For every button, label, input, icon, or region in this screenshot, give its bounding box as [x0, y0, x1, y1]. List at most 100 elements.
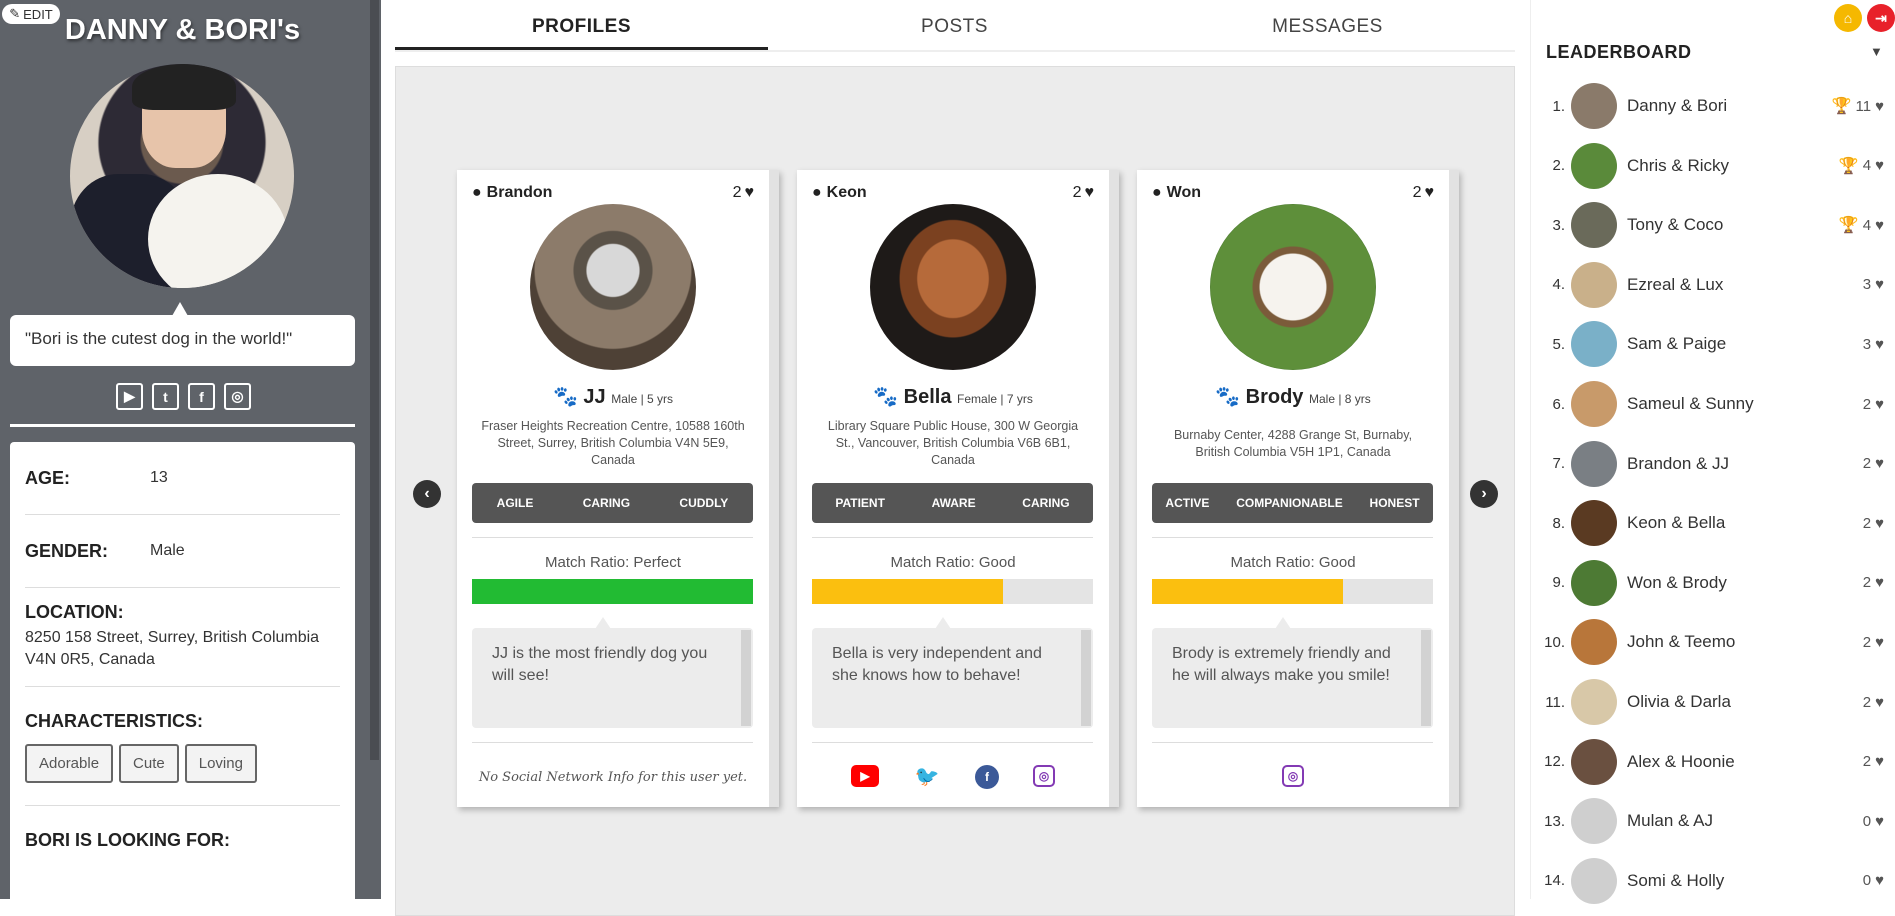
- youtube-icon[interactable]: ▶: [116, 383, 143, 410]
- profile-card[interactable]: ● Won 2 ♥ 🐾 Brody Male | 8 yrs Burnaby C…: [1137, 170, 1459, 807]
- card-likes[interactable]: 2 ♥: [733, 184, 754, 202]
- leaderboard-score: 0 ♥: [1863, 872, 1895, 889]
- no-social-message: No Social Network Info for this user yet…: [478, 770, 748, 785]
- leaderboard-score: 🏆 4 ♥: [1839, 215, 1895, 235]
- leaderboard-row[interactable]: 3. Tony & Coco 🏆 4 ♥: [1531, 195, 1895, 255]
- leaderboard-rank: 10.: [1544, 633, 1565, 651]
- profile-sidebar: ✎ EDIT DANNY & BORI's "Bori is the cutes…: [0, 0, 381, 899]
- leaderboard-score: 2 ♥: [1863, 515, 1895, 532]
- twitter-icon[interactable]: t: [152, 383, 179, 410]
- likes-count: 2: [732, 184, 742, 201]
- trophy-icon: 🏆: [1831, 98, 1852, 115]
- leaderboard-name: Tony & Coco: [1627, 215, 1724, 235]
- divider: [472, 742, 753, 743]
- heart-icon: ♥: [1875, 216, 1884, 234]
- profile-name: DANNY & BORI's: [64, 14, 301, 46]
- leaderboard-rank: 8.: [1552, 514, 1565, 532]
- leaderboard-name: Won & Brody: [1627, 572, 1727, 592]
- bio-scrollbar[interactable]: [1421, 630, 1431, 726]
- card-scrollbar[interactable]: [769, 170, 779, 807]
- profile-quote: "Bori is the cutest dog in the world!": [10, 315, 355, 366]
- age-row: AGE: 13: [25, 442, 340, 515]
- pet-info: Male | 8 yrs: [1309, 392, 1371, 406]
- leaderboard-name: Somi & Holly: [1627, 870, 1725, 890]
- owner-name: Brandon: [486, 184, 553, 201]
- leaderboard-score: 2 ♥: [1863, 574, 1895, 591]
- sidebar-scrollbar[interactable]: [370, 0, 379, 760]
- profile-card[interactable]: ● Keon 2 ♥ 🐾 Bella Female | 7 yrs Librar…: [797, 170, 1119, 807]
- twitter-icon[interactable]: 🐦: [913, 765, 941, 788]
- leaderboard-row[interactable]: 12. Alex & Hoonie 2 ♥: [1531, 732, 1895, 792]
- leaderboard-row[interactable]: 14. Somi & Holly 0 ♥: [1531, 851, 1895, 911]
- leaderboard-row[interactable]: 6. Sameul & Sunny 2 ♥: [1531, 374, 1895, 434]
- leaderboard-row[interactable]: 2. Chris & Ricky 🏆 4 ♥: [1531, 136, 1895, 196]
- card-likes[interactable]: 2 ♥: [1413, 184, 1434, 202]
- facebook-icon[interactable]: f: [188, 383, 215, 410]
- pet-bio-text: Brody is extremely friendly and he will …: [1172, 645, 1391, 684]
- avatar: [1571, 500, 1617, 547]
- chevron-down-icon[interactable]: ▼: [1870, 44, 1883, 59]
- tab-posts[interactable]: POSTS: [768, 0, 1141, 50]
- trophy-icon: 🏆: [1838, 217, 1859, 235]
- trait: AWARE: [931, 496, 976, 510]
- card-likes[interactable]: 2 ♥: [1073, 184, 1094, 202]
- card-scrollbar[interactable]: [1449, 170, 1459, 807]
- next-arrow-icon[interactable]: ›: [1470, 480, 1498, 508]
- facebook-icon[interactable]: f: [975, 765, 999, 789]
- logout-icon[interactable]: ⇥: [1867, 4, 1895, 32]
- pet-name: Bella: [903, 386, 952, 408]
- tab-messages[interactable]: MESSAGES: [1141, 0, 1514, 50]
- pet-address: Fraser Heights Recreation Centre, 10588 …: [481, 419, 745, 467]
- leaderboard-score: 0 ♥: [1863, 813, 1895, 830]
- leaderboard-row[interactable]: 4. Ezreal & Lux 3 ♥: [1531, 255, 1895, 315]
- profile-social-links: ▶ t f ◎: [116, 383, 251, 410]
- pet-photo: [530, 204, 696, 370]
- leaderboard-row[interactable]: 1. Danny & Bori 🏆 11 ♥: [1531, 76, 1895, 136]
- leaderboard-row[interactable]: 11. Olivia & Darla 2 ♥: [1531, 672, 1895, 732]
- tab-profiles[interactable]: PROFILES: [395, 0, 768, 50]
- profile-card[interactable]: ● Brandon 2 ♥ 🐾 JJ Male | 5 yrs Fraser H…: [457, 170, 779, 807]
- pet-name: Brody: [1245, 386, 1304, 408]
- leaderboard-row[interactable]: 7. Brandon & JJ 2 ♥: [1531, 434, 1895, 494]
- leaderboard-row[interactable]: 13. Mulan & AJ 0 ♥: [1531, 791, 1895, 851]
- pet-bio-text: JJ is the most friendly dog you will see…: [492, 645, 708, 684]
- pet-name: JJ: [583, 386, 606, 408]
- leaderboard-name: Keon & Bella: [1627, 513, 1726, 533]
- score-value: 2: [1862, 455, 1872, 473]
- home-icon[interactable]: ⌂: [1834, 4, 1862, 32]
- trait: CUDDLY: [679, 496, 729, 510]
- leaderboard-row[interactable]: 5. Sam & Paige 3 ♥: [1531, 314, 1895, 374]
- looking-for-block: BORI IS LOOKING FOR:: [25, 806, 340, 873]
- characteristics-label: CHARACTERISTICS:: [25, 710, 203, 731]
- avatar: [1571, 261, 1617, 308]
- heart-icon: ♥: [1424, 184, 1435, 201]
- score-value: 11: [1855, 97, 1872, 115]
- instagram-icon[interactable]: ◎: [1282, 765, 1304, 787]
- user-circle-icon: ●: [812, 184, 822, 201]
- leaderboard-rank: 13.: [1544, 812, 1565, 830]
- heart-icon: ♥: [1875, 455, 1884, 473]
- leaderboard-row[interactable]: 10. John & Teemo 2 ♥: [1531, 612, 1895, 672]
- leaderboard-rank: 11.: [1545, 693, 1565, 711]
- avatar: [1571, 619, 1617, 666]
- pet-address: Library Square Public House, 300 W Georg…: [827, 419, 1079, 467]
- youtube-icon[interactable]: ▶: [851, 765, 879, 787]
- instagram-icon[interactable]: ◎: [1033, 765, 1055, 787]
- leaderboard-name: Sam & Paige: [1627, 334, 1727, 354]
- leaderboard-row[interactable]: 9. Won & Brody 2 ♥: [1531, 553, 1895, 613]
- trait: CARING: [1022, 496, 1070, 510]
- characteristic-chip: Loving: [184, 743, 257, 783]
- likes-count: 2: [1072, 184, 1082, 201]
- avatar: [1571, 83, 1617, 129]
- card-owner: ● Brandon: [472, 184, 552, 202]
- bio-scrollbar[interactable]: [741, 630, 751, 726]
- card-scrollbar[interactable]: [1109, 170, 1119, 807]
- bio-scrollbar[interactable]: [1081, 630, 1091, 726]
- leaderboard-name: Olivia & Darla: [1627, 692, 1731, 711]
- leaderboard-score: 3 ♥: [1863, 276, 1895, 293]
- leaderboard-title: LEADERBOARD: [1546, 42, 1692, 62]
- leaderboard-row[interactable]: 8. Keon & Bella 2 ♥: [1531, 493, 1895, 553]
- avatar: [1571, 798, 1617, 845]
- instagram-icon[interactable]: ◎: [224, 383, 251, 410]
- previous-arrow-icon[interactable]: ‹: [413, 480, 441, 508]
